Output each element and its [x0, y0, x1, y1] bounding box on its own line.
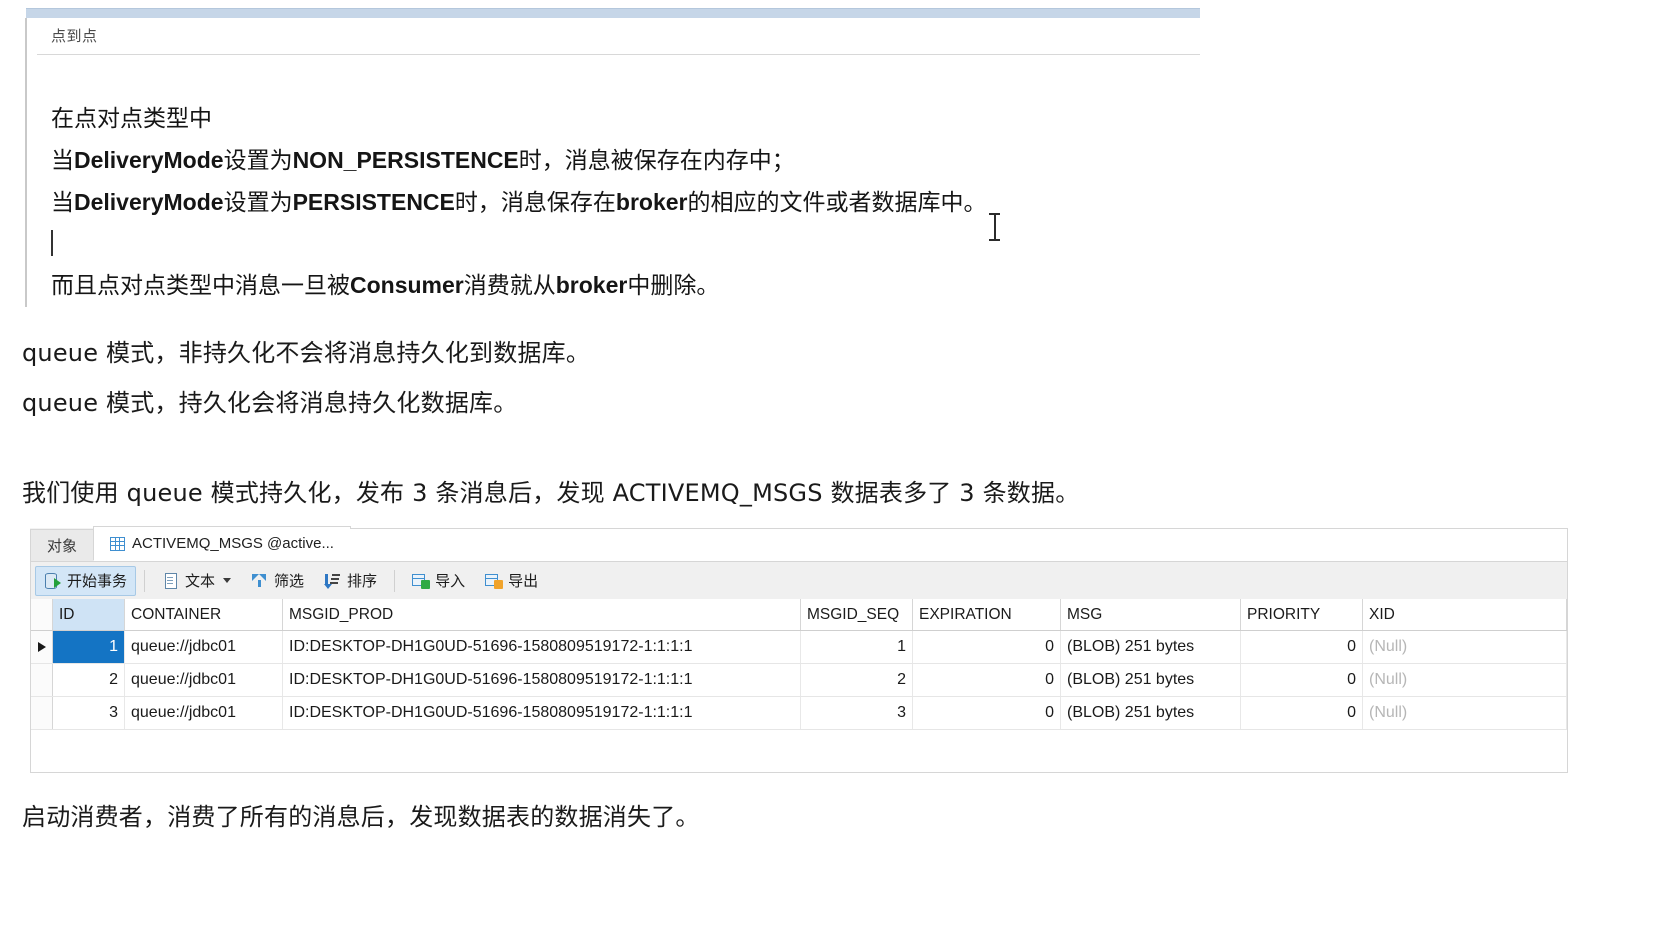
text-view-button[interactable]: 文本 — [153, 566, 240, 596]
note-line: 在点对点类型中 — [51, 106, 212, 132]
database-client-panel: 对象 ACTIVEMQ_MSGS @active... 开始事务 文本 筛选 排… — [30, 526, 1568, 773]
column-header-expiration[interactable]: EXPIRATION — [913, 599, 1061, 630]
paragraph-publish-result: 我们使用 queue 模式持久化，发布 3 条消息后，发现 ACTIVEMQ_M… — [22, 479, 1080, 507]
paragraph-queue-nonpersistent: queue 模式，非持久化不会将消息持久化到数据库。 — [22, 339, 591, 367]
chevron-down-icon[interactable] — [223, 578, 232, 583]
cell-priority[interactable]: 0 — [1241, 631, 1363, 663]
column-header-id[interactable]: ID — [53, 599, 125, 630]
cell-container[interactable]: queue://jdbc01 — [125, 664, 283, 696]
table-row[interactable]: 3 queue://jdbc01 ID:DESKTOP-DH1G0UD-5169… — [31, 697, 1567, 730]
db-tab-activemq-msgs-label: ACTIVEMQ_MSGS @active... — [132, 535, 334, 552]
cell-msgid-seq[interactable]: 2 — [801, 664, 913, 696]
table-header-row: ID CONTAINER MSGID_PROD MSGID_SEQ EXPIRA… — [31, 599, 1567, 631]
filter-label: 筛选 — [274, 573, 305, 590]
column-header-msgid-seq[interactable]: MSGID_SEQ — [801, 599, 913, 630]
row-marker-header — [31, 599, 53, 630]
cell-priority[interactable]: 0 — [1241, 664, 1363, 696]
cell-msgid-prod[interactable]: ID:DESKTOP-DH1G0UD-51696-1580809519172-1… — [283, 631, 801, 663]
sort-button[interactable]: 排序 — [315, 566, 386, 596]
paragraph-consume-result: 启动消费者，消费了所有的消息后，发现数据表的数据消失了。 — [22, 803, 700, 831]
cell-msg[interactable]: (BLOB) 251 bytes — [1061, 664, 1241, 696]
row-marker-current — [31, 631, 53, 663]
cell-id[interactable]: 3 — [53, 697, 125, 729]
cell-msg[interactable]: (BLOB) 251 bytes — [1061, 631, 1241, 663]
column-header-xid[interactable]: XID — [1363, 599, 1567, 630]
db-tab-strip: 对象 ACTIVEMQ_MSGS @active... — [30, 526, 1568, 562]
column-header-msg[interactable]: MSG — [1061, 599, 1241, 630]
note-header-title: 点到点 — [37, 18, 1200, 55]
text-ibeam-cursor-icon — [989, 212, 1000, 242]
column-header-container[interactable]: CONTAINER — [125, 599, 283, 630]
note-line: 而且点对点类型中消息一旦被Consumer消费就从broker中删除。 — [51, 272, 720, 299]
cell-container[interactable]: queue://jdbc01 — [125, 631, 283, 663]
filter-button[interactable]: 筛选 — [242, 566, 313, 596]
export-icon — [485, 572, 504, 589]
toolbar-separator — [144, 569, 146, 592]
note-topbar — [26, 8, 1200, 18]
cell-container[interactable]: queue://jdbc01 — [125, 697, 283, 729]
cell-msgid-prod[interactable]: ID:DESKTOP-DH1G0UD-51696-1580809519172-1… — [283, 697, 801, 729]
sort-label: 排序 — [347, 573, 378, 590]
cell-msg[interactable]: (BLOB) 251 bytes — [1061, 697, 1241, 729]
cell-xid[interactable]: (Null) — [1363, 697, 1567, 729]
db-grid-header: ID CONTAINER MSGID_PROD MSGID_SEQ EXPIRA… — [31, 599, 1567, 631]
row-marker — [31, 697, 53, 729]
db-grid-body: 1 queue://jdbc01 ID:DESKTOP-DH1G0UD-5169… — [31, 631, 1567, 772]
column-header-priority[interactable]: PRIORITY — [1241, 599, 1363, 630]
db-tab-objects-label: 对象 — [47, 538, 78, 555]
export-label: 导出 — [508, 573, 539, 590]
cell-priority[interactable]: 0 — [1241, 697, 1363, 729]
table-grid-icon — [110, 536, 126, 551]
row-marker — [31, 664, 53, 696]
db-toolbar: 开始事务 文本 筛选 排序 导入 导出 — [30, 562, 1568, 599]
cell-expiration[interactable]: 0 — [913, 697, 1061, 729]
paragraph-queue-persistent: queue 模式，持久化会将消息持久化数据库。 — [22, 389, 518, 417]
funnel-icon — [251, 572, 268, 589]
cell-expiration[interactable]: 0 — [913, 664, 1061, 696]
text-view-label: 文本 — [185, 573, 216, 590]
note-line: 当DeliveryMode设置为NON_PERSISTENCE时，消息被保存在内… — [51, 147, 795, 174]
db-tab-activemq-msgs[interactable]: ACTIVEMQ_MSGS @active... — [93, 526, 351, 561]
cell-id[interactable]: 1 — [53, 631, 125, 663]
start-transaction-button[interactable]: 开始事务 — [35, 565, 137, 596]
cell-xid[interactable]: (Null) — [1363, 664, 1567, 696]
cell-msgid-seq[interactable]: 1 — [801, 631, 913, 663]
toolbar-separator — [394, 569, 396, 592]
cell-expiration[interactable]: 0 — [913, 631, 1061, 663]
note-line-caret — [51, 224, 1200, 265]
document-icon — [162, 572, 179, 589]
column-header-msgid-prod[interactable]: MSGID_PROD — [283, 599, 801, 630]
import-label: 导入 — [435, 573, 466, 590]
cell-msgid-prod[interactable]: ID:DESKTOP-DH1G0UD-51696-1580809519172-1… — [283, 664, 801, 696]
note-line: 当DeliveryMode设置为PERSISTENCE时，消息保存在broker… — [51, 189, 987, 216]
db-result-grid[interactable]: ID CONTAINER MSGID_PROD MSGID_SEQ EXPIRA… — [30, 599, 1568, 773]
cell-xid[interactable]: (Null) — [1363, 631, 1567, 663]
db-grid-empty-area — [31, 730, 1567, 772]
cell-id[interactable]: 2 — [53, 664, 125, 696]
cell-msgid-seq[interactable]: 3 — [801, 697, 913, 729]
db-tab-objects[interactable]: 对象 — [30, 529, 95, 561]
sort-icon — [323, 572, 341, 589]
start-transaction-label: 开始事务 — [67, 573, 128, 590]
quoted-note-block: 点到点 在点对点类型中 当DeliveryMode设置为NON_PERSISTE… — [20, 8, 1200, 307]
import-button[interactable]: 导入 — [403, 566, 474, 596]
note-line-list: 在点对点类型中 当DeliveryMode设置为NON_PERSISTENCE时… — [37, 55, 1200, 307]
note-body: 点到点 在点对点类型中 当DeliveryMode设置为NON_PERSISTE… — [25, 18, 1200, 307]
current-row-arrow-icon — [37, 642, 46, 652]
table-row[interactable]: 2 queue://jdbc01 ID:DESKTOP-DH1G0UD-5169… — [31, 664, 1567, 697]
db-tab-strip-filler — [349, 528, 1568, 561]
import-icon — [412, 572, 431, 589]
table-row[interactable]: 1 queue://jdbc01 ID:DESKTOP-DH1G0UD-5169… — [31, 631, 1567, 664]
transaction-icon — [44, 572, 61, 589]
export-button[interactable]: 导出 — [476, 566, 547, 596]
